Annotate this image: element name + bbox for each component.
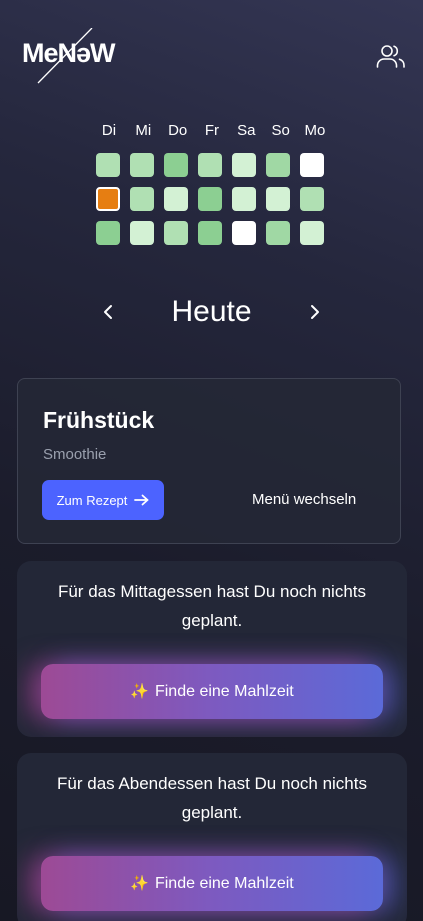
- sparkles-icon: ✨: [130, 875, 149, 892]
- arrow-right-icon: [134, 494, 149, 506]
- day-cell-selected[interactable]: [96, 187, 120, 211]
- find-meal-label: Finde eine Mahlzeit: [154, 682, 294, 700]
- day-cell[interactable]: [300, 153, 324, 177]
- weekday-label: Sa: [237, 122, 256, 139]
- find-meal-label: Finde eine Mahlzeit: [154, 874, 294, 892]
- to-recipe-label: Zum Rezept: [56, 492, 128, 508]
- day-cell[interactable]: [232, 187, 256, 211]
- weekday-label: Fr: [204, 122, 220, 139]
- users-button[interactable]: [374, 42, 408, 72]
- meal-title: Frühstück: [43, 407, 155, 433]
- meal-subtitle: Smoothie: [43, 446, 107, 463]
- day-grid: [96, 153, 328, 245]
- to-recipe-button[interactable]: Zum Rezept: [42, 480, 164, 520]
- weekday-label: Do: [168, 122, 188, 139]
- day-cell[interactable]: [130, 187, 154, 211]
- day-cell[interactable]: [164, 221, 188, 245]
- dinner-card: Für das Abendessen hast Du noch nichts g…: [17, 753, 407, 921]
- day-cell[interactable]: [198, 187, 222, 211]
- day-cell[interactable]: [266, 221, 290, 245]
- day-cell[interactable]: [130, 153, 154, 177]
- date-navigation: Heute: [90, 290, 333, 334]
- day-cell[interactable]: [266, 153, 290, 177]
- day-cell[interactable]: [164, 187, 188, 211]
- day-cell[interactable]: [232, 153, 256, 177]
- lunch-empty-message: Für das Mittagessen hast Du noch nichts …: [57, 582, 367, 630]
- day-cell[interactable]: [198, 153, 222, 177]
- dinner-empty-message: Für das Abendessen hast Du noch nichts g…: [57, 774, 367, 822]
- find-lunch-button[interactable]: ✨ Finde eine Mahlzeit: [41, 664, 383, 719]
- day-cell[interactable]: [164, 153, 188, 177]
- chevron-right-icon[interactable]: [305, 302, 325, 322]
- day-cell[interactable]: [96, 221, 120, 245]
- day-cell[interactable]: [198, 221, 222, 245]
- day-cell[interactable]: [130, 221, 154, 245]
- lunch-card: Für das Mittagessen hast Du noch nichts …: [17, 561, 407, 737]
- app-logo[interactable]: MeNəW: [22, 28, 122, 86]
- current-date-label: Heute: [171, 295, 252, 328]
- weekday-label: Di: [101, 122, 117, 139]
- find-dinner-button[interactable]: ✨ Finde eine Mahlzeit: [41, 856, 383, 911]
- change-menu-link[interactable]: Menü wechseln: [252, 491, 356, 509]
- week-calendar: Di Mi Do Fr Sa So Mo: [96, 122, 328, 245]
- day-cell[interactable]: [300, 221, 324, 245]
- sparkles-icon: ✨: [130, 683, 149, 700]
- weekday-label: Mi: [135, 122, 152, 139]
- weekday-label: Mo: [304, 122, 326, 139]
- weekday-label: So: [271, 122, 290, 139]
- logo-slash-icon: [37, 28, 93, 84]
- day-cell[interactable]: [96, 153, 120, 177]
- users-icon: [376, 45, 405, 68]
- day-cell[interactable]: [266, 187, 290, 211]
- weekday-header: Di Mi Do Fr Sa So Mo: [96, 122, 328, 140]
- breakfast-card: Frühstück Smoothie Zum Rezept Menü wechs…: [17, 378, 401, 544]
- day-cell[interactable]: [300, 187, 324, 211]
- day-cell[interactable]: [232, 221, 256, 245]
